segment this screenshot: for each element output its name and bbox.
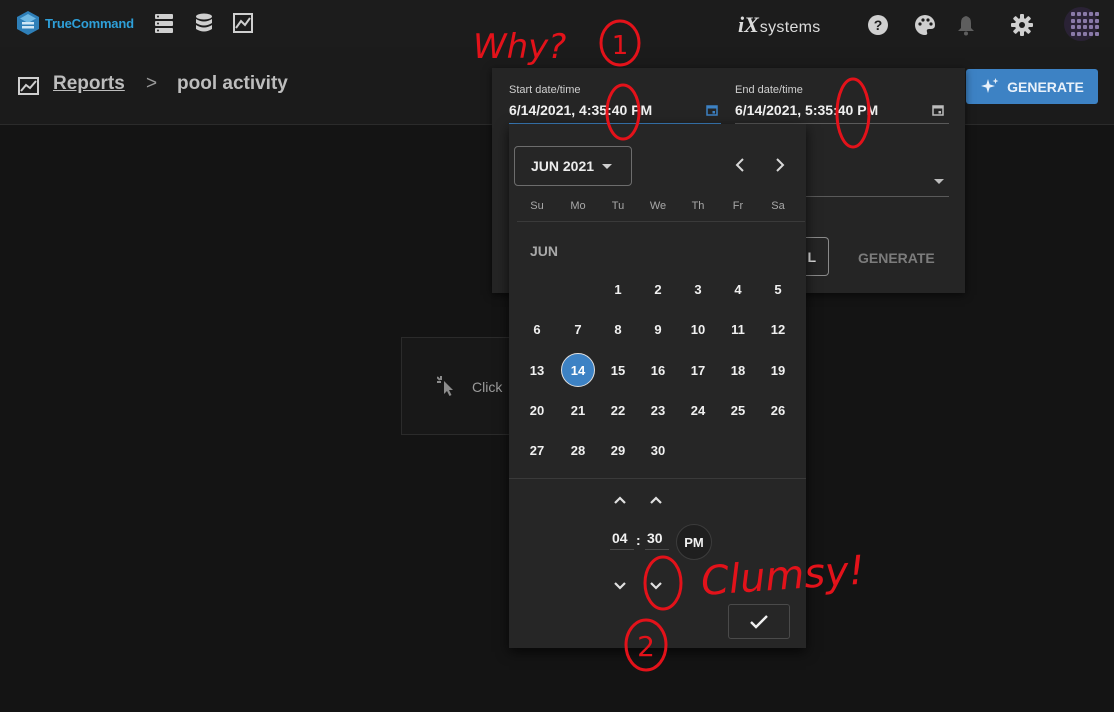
calendar-icon[interactable] — [706, 104, 718, 116]
select-underline — [806, 196, 949, 197]
top-bar: TrueCommand iX systems ? — [0, 0, 1114, 47]
reports-chart-icon — [18, 77, 39, 95]
divider — [509, 478, 806, 479]
calendar-day[interactable]: 2 — [641, 272, 675, 306]
start-date-label: Start date/time — [509, 84, 581, 96]
weekday-label: Fr — [732, 200, 744, 212]
calendar-day[interactable]: 11 — [721, 312, 755, 346]
end-date-label: End date/time — [735, 84, 803, 96]
hour-increment-chevron-up-icon[interactable] — [610, 490, 630, 510]
help-icon[interactable]: ? — [867, 14, 889, 36]
calendar-day[interactable]: 1 — [601, 272, 635, 306]
calendar-day[interactable]: 8 — [601, 312, 635, 346]
ixsystems-logo-text: systems — [759, 19, 821, 36]
calendar-day[interactable]: 27 — [520, 433, 554, 467]
ixsystems-logo-mark: iX — [738, 12, 759, 37]
calendar-day[interactable]: 29 — [601, 433, 635, 467]
weekday-label: Th — [691, 200, 705, 212]
sparkle-icon — [981, 77, 999, 93]
empty-state-text: Click — [472, 379, 503, 395]
calendar-day[interactable]: 22 — [601, 393, 635, 427]
month-year-selector[interactable]: JUN 2021 — [514, 146, 632, 186]
end-date-input[interactable]: 6/14/2021, 5:35:40 PM — [735, 102, 878, 118]
calendar-day[interactable]: 19 — [761, 353, 795, 387]
calendar-day[interactable]: 16 — [641, 353, 675, 387]
ixsystems-logo[interactable]: iX systems — [738, 12, 821, 38]
brand-name: TrueCommand — [45, 15, 134, 31]
calendar-day[interactable]: 9 — [641, 312, 675, 346]
minute-underline — [645, 549, 669, 550]
hour-input[interactable]: 04 — [612, 530, 628, 546]
truecommand-logo-icon — [17, 11, 39, 35]
calendar-day[interactable]: 17 — [681, 353, 715, 387]
month-year-label: JUN 2021 — [531, 158, 595, 174]
breadcrumb-separator: > — [146, 73, 158, 94]
divider — [517, 221, 805, 222]
user-avatar[interactable] — [1064, 7, 1099, 41]
minute-input[interactable]: 30 — [647, 530, 663, 546]
hour-decrement-chevron-down-icon[interactable] — [610, 575, 630, 595]
calendar-day[interactable]: 7 — [561, 312, 595, 346]
minute-decrement-chevron-down-icon[interactable] — [646, 575, 666, 595]
cancel-button-label: L — [807, 248, 816, 265]
notifications-bell-icon[interactable] — [955, 14, 977, 36]
weekday-label: Tu — [611, 200, 625, 212]
calendar-day[interactable]: 18 — [721, 353, 755, 387]
database-icon[interactable] — [193, 12, 215, 34]
calendar-day[interactable]: 3 — [681, 272, 715, 306]
calendar-day[interactable]: 4 — [721, 272, 755, 306]
start-date-input[interactable]: 6/14/2021, 4:35:40 PM — [509, 102, 652, 118]
check-icon — [750, 614, 768, 629]
calendar-day[interactable]: 21 — [561, 393, 595, 427]
calendar-day[interactable]: 13 — [520, 353, 554, 387]
servers-icon[interactable] — [153, 12, 175, 34]
panel-generate-button[interactable]: GENERATE — [858, 250, 935, 266]
settings-gear-icon[interactable] — [1011, 14, 1033, 36]
minute-increment-chevron-up-icon[interactable] — [646, 490, 666, 510]
calendar-day[interactable]: 15 — [601, 353, 635, 387]
calendar-day[interactable]: 20 — [520, 393, 554, 427]
reports-chart-icon[interactable] — [232, 12, 254, 34]
calendar-day[interactable]: 12 — [761, 312, 795, 346]
calendar-day[interactable]: 25 — [721, 393, 755, 427]
logo[interactable]: TrueCommand — [16, 10, 134, 36]
page-title: pool activity — [177, 73, 288, 94]
calendar-day[interactable]: 26 — [761, 393, 795, 427]
svg-text:?: ? — [874, 17, 883, 33]
generate-button-label: GENERATE — [1007, 78, 1084, 95]
click-pointer-icon — [437, 376, 453, 396]
time-colon: : — [636, 532, 641, 548]
palette-icon[interactable] — [914, 14, 936, 36]
chevron-right-icon[interactable] — [769, 154, 791, 176]
calendar-day[interactable]: 28 — [561, 433, 595, 467]
dropdown-arrow-icon[interactable] — [934, 179, 944, 184]
weekday-label: Sa — [771, 200, 785, 212]
weekday-label: Mo — [570, 200, 586, 212]
weekday-label: We — [649, 200, 667, 212]
calendar-day[interactable]: 10 — [681, 312, 715, 346]
confirm-button[interactable] — [728, 604, 790, 639]
breadcrumb-reports-link[interactable]: Reports — [53, 73, 125, 95]
calendar-day[interactable]: 5 — [761, 272, 795, 306]
weekday-label: Su — [530, 200, 544, 212]
generate-button[interactable]: GENERATE — [966, 69, 1098, 104]
chevron-left-icon[interactable] — [729, 154, 751, 176]
calendar-day-selected[interactable]: 14 — [561, 353, 595, 387]
meridiem-label: PM — [684, 534, 704, 550]
calendar-day[interactable]: 6 — [520, 312, 554, 346]
calendar-day[interactable]: 23 — [641, 393, 675, 427]
hour-underline — [610, 549, 634, 550]
calendar-month-label: JUN — [530, 243, 559, 259]
calendar-day[interactable]: 30 — [641, 433, 675, 467]
caret-down-icon — [602, 163, 613, 169]
meridiem-toggle[interactable]: PM — [676, 524, 712, 560]
app-root: TrueCommand iX systems ? Reports > pool … — [0, 0, 1114, 712]
calendar-day[interactable]: 24 — [681, 393, 715, 427]
calendar-icon[interactable] — [932, 104, 944, 116]
